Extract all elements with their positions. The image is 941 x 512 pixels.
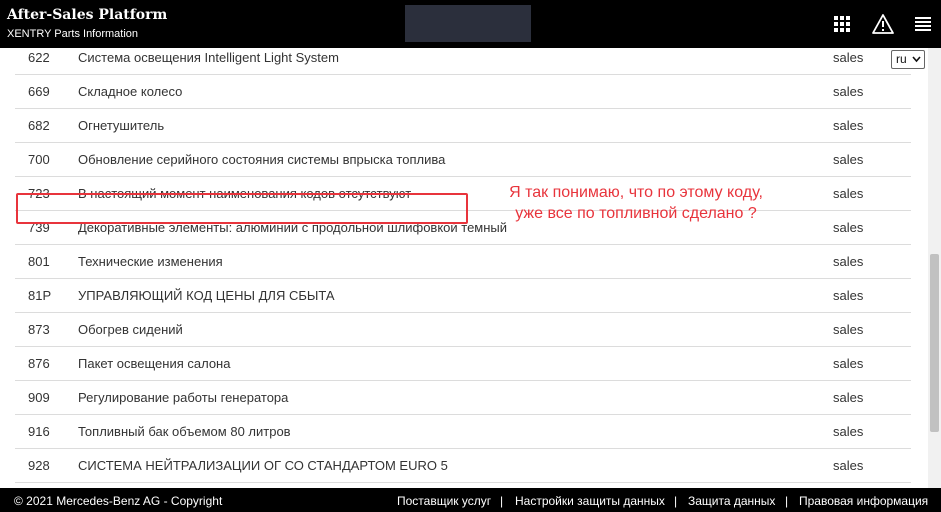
row-category: sales	[833, 50, 864, 65]
footer-link-data-protection[interactable]: Защита данных	[688, 494, 775, 508]
row-code: 909	[28, 390, 50, 405]
row-name: СИСТЕМА НЕЙТРАЛИЗАЦИИ ОГ СО СТАНДАРТОМ E…	[78, 458, 448, 473]
table-row[interactable]: 916 Топливный бак объемом 80 литров sale…	[15, 415, 911, 449]
row-code: 916	[28, 424, 50, 439]
row-code: 876	[28, 356, 50, 371]
copyright-text: © 2021 Mercedes-Benz AG - Copyright	[14, 494, 223, 508]
row-code: 700	[28, 152, 50, 167]
chevron-down-icon	[912, 56, 921, 63]
row-name: Система освещения Intelligent Light Syst…	[78, 50, 339, 65]
row-name: Регулирование работы генератора	[78, 390, 289, 405]
language-select-value: ru	[896, 52, 907, 66]
annotation-line-1: Я так понимаю, что по этому коду,	[509, 184, 763, 201]
row-name: Обновление серийного состояния системы в…	[78, 152, 446, 167]
row-code: 873	[28, 322, 50, 337]
row-name: Огнетушитель	[78, 118, 165, 133]
table-row[interactable]: 876 Пакет освещения салона sales	[15, 347, 911, 381]
footer-link-privacy-settings[interactable]: Настройки защиты данных	[515, 494, 665, 508]
row-code: 81P	[28, 288, 52, 303]
app-subtitle: XENTRY Parts Information	[7, 28, 139, 40]
table-row[interactable]: 81P УПРАВЛЯЮЩИЙ КОД ЦЕНЫ ДЛЯ СБЫТА sales	[15, 279, 911, 313]
row-category: sales	[833, 254, 864, 269]
row-category: sales	[833, 186, 864, 201]
footer-separator: |	[785, 494, 789, 508]
table-row[interactable]: 928 СИСТЕМА НЕЙТРАЛИЗАЦИИ ОГ СО СТАНДАРТ…	[15, 449, 911, 483]
scrollbar-thumb[interactable]	[930, 254, 939, 432]
table-row[interactable]: 622 Система освещения Intelligent Light …	[15, 48, 911, 75]
top-bar: After-Sales Platform XENTRY Parts Inform…	[0, 0, 941, 48]
row-category: sales	[833, 424, 864, 439]
table-row[interactable]: 682 Огнетушитель sales	[15, 109, 911, 143]
row-category: sales	[833, 356, 864, 371]
footer-separator: |	[674, 494, 678, 508]
app-title: After-Sales Platform	[7, 7, 168, 23]
row-category: sales	[833, 118, 864, 133]
footer: © 2021 Mercedes-Benz AG - Copyright Пост…	[0, 488, 941, 512]
annotation-highlight-box	[16, 193, 468, 224]
apps-grid-icon[interactable]	[831, 13, 853, 35]
row-category: sales	[833, 84, 864, 99]
row-name: Технические изменения	[78, 254, 223, 269]
table-row[interactable]: 909 Регулирование работы генератора sale…	[15, 381, 911, 415]
row-category: sales	[833, 458, 864, 473]
footer-separator: |	[500, 494, 504, 508]
codes-list: 622 Система освещения Intelligent Light …	[0, 48, 928, 488]
search-field[interactable]	[405, 5, 531, 42]
row-code: 682	[28, 118, 50, 133]
warning-icon[interactable]	[872, 13, 894, 35]
vertical-scrollbar[interactable]	[928, 48, 941, 488]
row-code: 669	[28, 84, 50, 99]
row-category: sales	[833, 322, 864, 337]
row-category: sales	[833, 288, 864, 303]
row-category: sales	[833, 220, 864, 235]
row-category: sales	[833, 390, 864, 405]
row-category: sales	[833, 152, 864, 167]
annotation-note: Я так понимаю, что по этому коду, уже вс…	[480, 182, 792, 224]
table-row[interactable]: 873 Обогрев сидений sales	[15, 313, 911, 347]
row-name: Топливный бак объемом 80 литров	[78, 424, 291, 439]
language-select[interactable]: ru	[891, 50, 925, 69]
row-code: 622	[28, 50, 50, 65]
footer-link-service-provider[interactable]: Поставщик услуг	[397, 494, 491, 508]
footer-link-legal-info[interactable]: Правовая информация	[799, 494, 928, 508]
row-name: Обогрев сидений	[78, 322, 183, 337]
row-code: 928	[28, 458, 50, 473]
row-name: УПРАВЛЯЮЩИЙ КОД ЦЕНЫ ДЛЯ СБЫТА	[78, 288, 335, 303]
row-name: Пакет освещения салона	[78, 356, 231, 371]
annotation-line-2: уже все по топливной сделано ?	[515, 205, 757, 222]
table-row[interactable]: 801 Технические изменения sales	[15, 245, 911, 279]
row-code: 801	[28, 254, 50, 269]
table-row[interactable]: 669 Складное колесо sales	[15, 75, 911, 109]
row-name: Складное колесо	[78, 84, 183, 99]
menu-icon[interactable]	[913, 13, 935, 35]
table-row[interactable]: 700 Обновление серийного состояния систе…	[15, 143, 911, 177]
